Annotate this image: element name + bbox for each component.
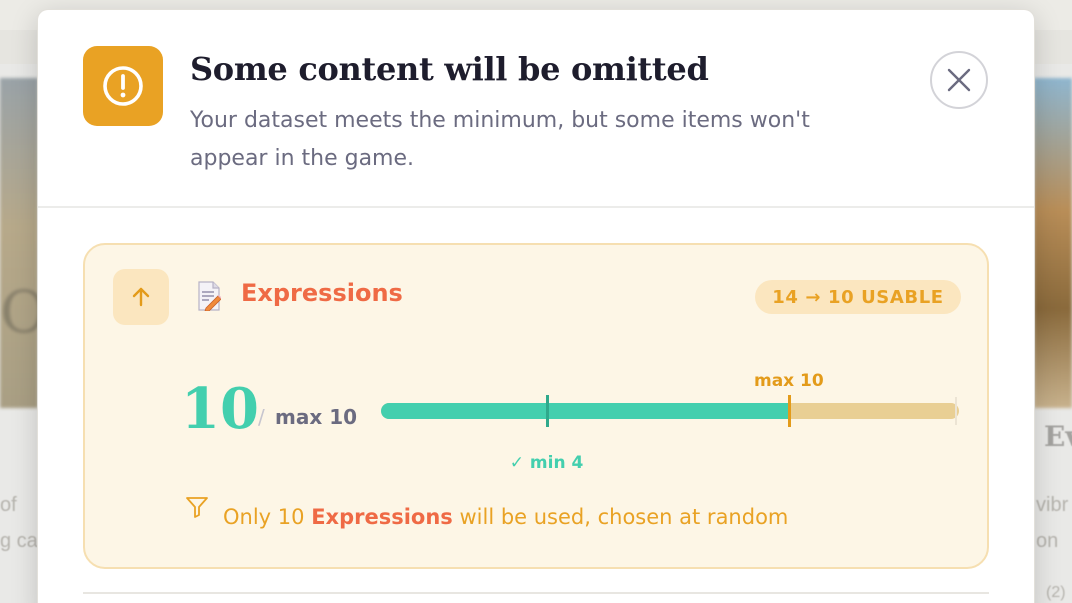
expressions-card: Expressions 14 → 10 USABLE 10 / max 10 m…	[83, 243, 989, 569]
min-marker-label: ✓ min 4	[509, 453, 584, 473]
omitted-content-modal: Some content will be omitted Your datase…	[38, 10, 1034, 603]
usable-count-value: 10	[181, 376, 259, 442]
modal-divider	[83, 592, 989, 594]
close-icon	[947, 68, 971, 92]
count-separator: /	[258, 405, 265, 429]
close-button[interactable]	[930, 51, 988, 109]
background-text-right-footer: (2)	[1046, 584, 1066, 601]
arrow-up-icon	[132, 287, 150, 307]
background-text-right-2: on	[1036, 530, 1059, 552]
background-heading-right: Ev	[1044, 420, 1072, 453]
notice-highlight: Expressions	[311, 505, 453, 529]
min-marker-tick	[545, 395, 549, 427]
exclamation-circle-icon	[103, 66, 143, 106]
usage-progress-bar	[381, 395, 959, 427]
background-card-image-right	[1034, 78, 1072, 408]
background-text-left-2: g ca	[0, 530, 38, 552]
background-text-left-1: of	[0, 494, 17, 516]
count-max-label: max 10	[275, 405, 358, 429]
max-marker-label: max 10	[753, 371, 824, 391]
sort-button[interactable]	[113, 269, 169, 325]
notice-prefix: Only 10	[223, 505, 312, 529]
warning-badge	[83, 46, 163, 126]
scale-end-tick	[955, 397, 957, 425]
omission-notice: Only 10 Expressions will be used, chosen…	[223, 505, 788, 529]
usage-progress-fill	[381, 403, 789, 419]
modal-subtitle: Your dataset meets the minimum, but some…	[190, 108, 810, 171]
notice-suffix: will be used, chosen at random	[452, 505, 789, 529]
usable-count-badge: 14 → 10 USABLE	[755, 280, 961, 314]
background-text-right-1: vibr	[1036, 494, 1069, 516]
item-title: Expressions	[241, 279, 403, 307]
modal-title: Some content will be omitted	[190, 50, 709, 88]
modal-header: Some content will be omitted Your datase…	[38, 10, 1034, 208]
document-pencil-icon	[198, 281, 221, 311]
filter-icon	[186, 497, 208, 518]
background-card-image-left: O	[0, 78, 48, 408]
max-marker-tick	[787, 395, 791, 427]
